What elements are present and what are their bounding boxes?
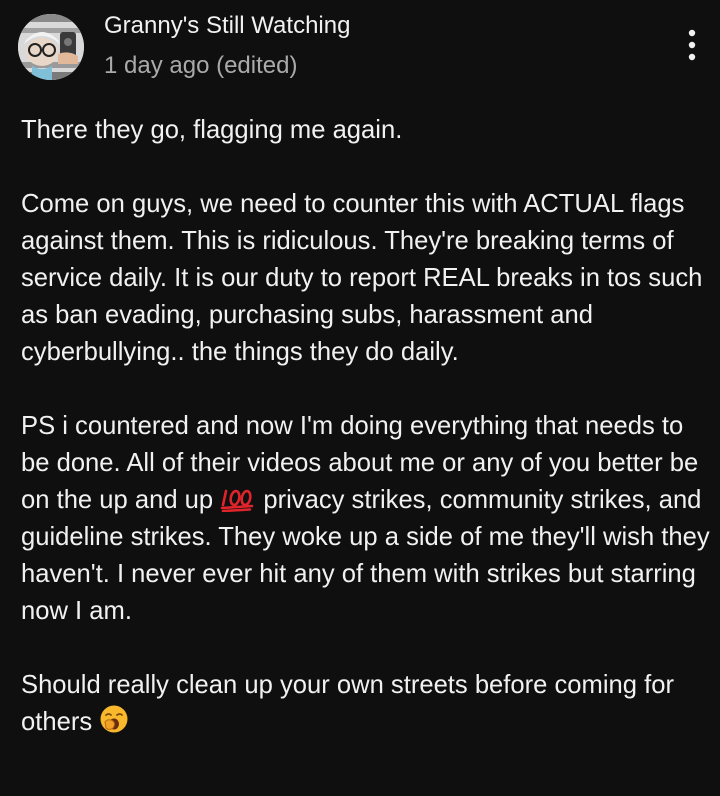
more-vertical-icon[interactable] — [676, 26, 708, 64]
comment-card: Granny's Still Watching 1 day ago (edite… — [0, 0, 720, 796]
hundred-points-emoji — [220, 488, 256, 512]
comment-author[interactable]: Granny's Still Watching — [104, 10, 350, 42]
comment-paragraph-4: Should really clean up your own streets … — [21, 667, 711, 741]
comment-paragraph-1: There they go, flagging me again. — [21, 116, 403, 144]
yawning-face-emoji — [99, 704, 129, 734]
granny-avatar-icon[interactable] — [18, 14, 84, 80]
comment-paragraph-3: PS i countered and now I'm doing everyth… — [21, 408, 711, 630]
comment-body: There they go, flagging me again. Come o… — [21, 112, 711, 741]
comment-paragraph-2: Come on guys, we need to counter this wi… — [21, 190, 703, 366]
comment-timestamp: 1 day ago (edited) — [104, 52, 298, 79]
